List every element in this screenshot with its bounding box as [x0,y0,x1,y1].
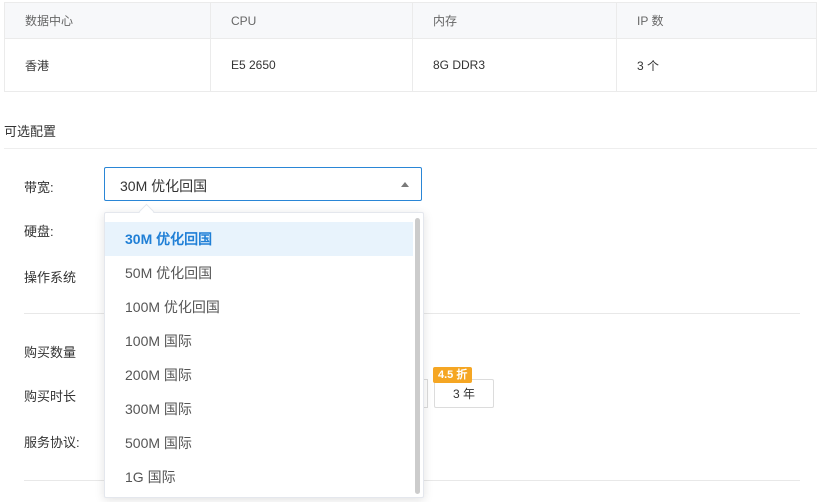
section-title: 可选配置 [4,124,57,139]
section-divider [4,148,817,149]
duration-option-3-years[interactable]: 3 年 [434,379,494,408]
os-label: 操作系统 [24,270,77,285]
bandwidth-option-100m-intl[interactable]: 100M 国际 [105,324,413,358]
cell-memory: 8G DDR3 [412,38,617,92]
cell-datacenter: 香港 [4,38,211,92]
bandwidth-option-50m[interactable]: 50M 优化回国 [105,256,413,290]
header-memory: 内存 [412,2,617,39]
header-cpu: CPU [210,2,413,39]
bandwidth-option-100m-cn[interactable]: 100M 优化回国 [105,290,413,324]
bandwidth-option-200m[interactable]: 200M 国际 [105,358,413,392]
disk-label: 硬盘: [24,224,54,239]
dropdown-scrollbar[interactable] [415,218,420,494]
table-row: 香港 E5 2650 8G DDR3 3 个 [4,38,817,92]
cell-cpu: E5 2650 [210,38,413,92]
duration-label: 购买时长 [24,389,77,404]
cell-ip-count: 3 个 [616,38,817,92]
bandwidth-dropdown[interactable]: 30M 优化回国 50M 优化回国 100M 优化回国 100M 国际 200M… [104,212,424,498]
caret-up-icon [401,182,409,187]
spec-table: 数据中心 CPU 内存 IP 数 香港 E5 2650 8G DDR3 3 个 [4,2,817,92]
discount-badge: 4.5 折 [433,367,473,383]
quantity-label: 购买数量 [24,345,77,360]
bandwidth-option-300m[interactable]: 300M 国际 [105,392,413,426]
bandwidth-select-value: 30M 优化回国 [120,178,208,194]
bandwidth-option-30m[interactable]: 30M 优化回国 [105,222,413,256]
bandwidth-option-500m[interactable]: 500M 国际 [105,426,413,460]
agreement-label: 服务协议: [24,435,80,450]
bandwidth-option-1g[interactable]: 1G 国际 [105,460,413,494]
header-ip-count: IP 数 [616,2,817,39]
bandwidth-select[interactable]: 30M 优化回国 [104,167,422,201]
bandwidth-label: 带宽: [24,180,54,195]
header-datacenter: 数据中心 [4,2,211,39]
spec-header-row: 数据中心 CPU 内存 IP 数 [4,2,817,39]
